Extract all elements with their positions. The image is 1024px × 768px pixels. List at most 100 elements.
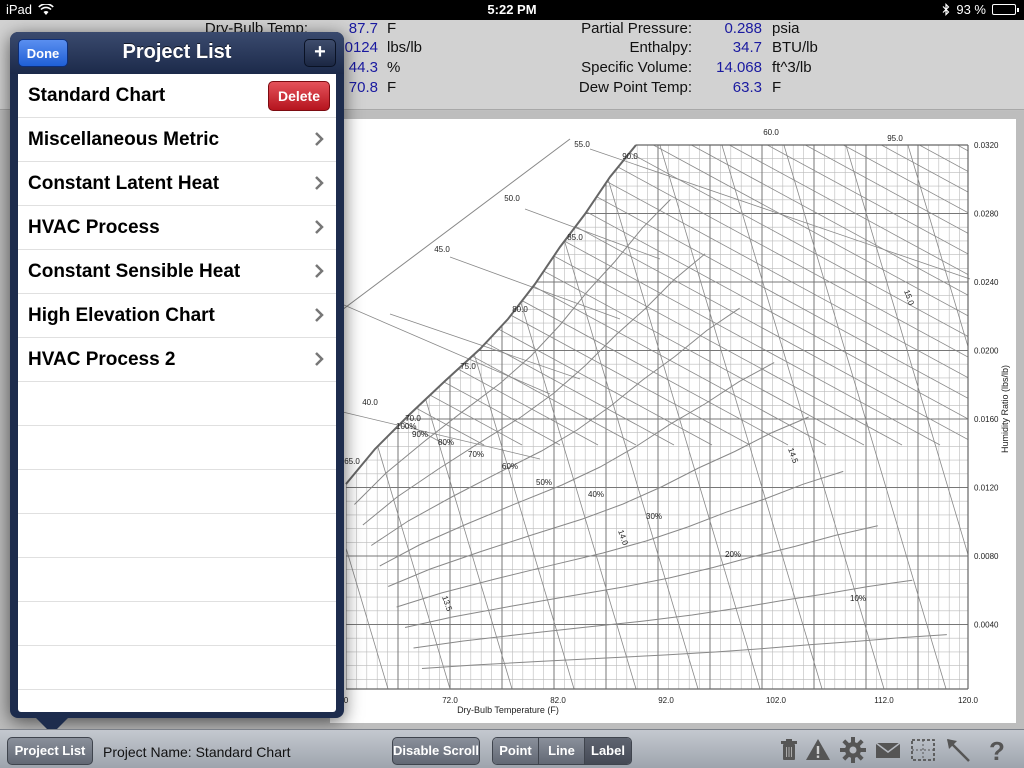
project-item-constant-latent-heat[interactable]: Constant Latent Heat	[18, 162, 336, 206]
volume-line	[647, 145, 829, 689]
warning-icon[interactable]	[803, 735, 833, 765]
mode-line[interactable]: Line	[539, 738, 585, 764]
volume-label: 14.5	[786, 447, 800, 465]
readout-value: 14.068	[716, 59, 762, 76]
arrow-icon[interactable]	[943, 735, 973, 765]
project-item-label: High Elevation Chart	[28, 305, 215, 326]
trash-icon[interactable]	[774, 735, 804, 765]
readout-label: Dew Point Temp:	[578, 79, 692, 96]
top-label: 95.0	[887, 134, 903, 143]
readout-label: Specific Volume:	[581, 59, 692, 76]
rh-label: 20%	[725, 550, 741, 559]
popover-title: Project List	[122, 41, 232, 63]
y-tick-label: 0.0240	[974, 278, 999, 287]
wetbulb-ext-line	[330, 138, 571, 320]
wetbulb-line	[346, 145, 485, 446]
project-item-standard-chart[interactable]: Standard Chart Delete	[18, 74, 336, 118]
chevron-right-icon	[315, 308, 324, 322]
y-tick-label: 0.0280	[974, 210, 999, 219]
empty-row	[18, 558, 336, 602]
volume-line	[523, 145, 705, 689]
volume-line	[771, 145, 953, 689]
y-tick-label: 0.0320	[974, 141, 999, 150]
rh-curve	[371, 307, 740, 546]
x-tick-label: 102.0	[766, 696, 787, 705]
clock: 5:22 PM	[487, 2, 537, 17]
volume-line	[346, 145, 519, 689]
svg-text:?: ?	[989, 736, 1005, 765]
rh-label: 40%	[588, 490, 604, 499]
readout-value: 34.7	[732, 39, 762, 56]
project-item-hvac-process[interactable]: HVAC Process	[18, 206, 336, 250]
wetbulb-line	[346, 145, 561, 446]
project-item-constant-sensible-heat[interactable]: Constant Sensible Heat	[18, 250, 336, 294]
project-item-hvac-process-2[interactable]: HVAC Process 2	[18, 338, 336, 382]
mail-icon[interactable]	[873, 735, 903, 765]
y-tick-label: 0.0120	[974, 484, 999, 493]
battery-icon	[992, 4, 1019, 15]
wetbulb-label: 85.0	[567, 233, 583, 242]
volume-label: 14.0	[616, 529, 630, 547]
chevron-right-icon	[315, 220, 324, 234]
disable-scroll-button[interactable]: Disable Scroll	[392, 737, 480, 765]
readout-label: Partial Pressure:	[581, 20, 692, 37]
x-tick-label: 72.0	[442, 696, 458, 705]
chevron-right-icon	[315, 132, 324, 146]
delete-button[interactable]: Delete	[268, 81, 330, 111]
x-tick-label: 120.0	[958, 696, 979, 705]
chevron-right-icon	[315, 176, 324, 190]
mode-label[interactable]: Label	[585, 738, 631, 764]
wetbulb-ext-line	[449, 256, 621, 320]
project-item-high-elevation-chart[interactable]: High Elevation Chart	[18, 294, 336, 338]
wetbulb-line	[346, 145, 523, 446]
y-tick-label: 0.0160	[974, 415, 999, 424]
empty-row	[18, 382, 336, 426]
volume-line	[585, 145, 767, 689]
add-project-button[interactable]: +	[304, 39, 336, 67]
project-list-button[interactable]: Project List	[7, 737, 93, 765]
empty-row	[18, 602, 336, 646]
empty-row	[18, 426, 336, 470]
wetbulb-label: 65.0	[344, 457, 360, 466]
rh-label: 80%	[438, 438, 454, 447]
bluetooth-icon	[942, 3, 950, 16]
rh-curve	[379, 362, 775, 567]
readout-label: Enthalpy:	[629, 39, 692, 56]
project-item-label: HVAC Process 2	[28, 349, 176, 370]
status-bar: iPad 5:22 PM 93 %	[0, 0, 1024, 20]
chart-canvas[interactable]: 0 72.0 82.0 92.0 102.0 112.0 120.0 Dry-Bulb Tem…	[330, 119, 1016, 723]
project-item-label: Standard Chart	[28, 85, 166, 106]
empty-row	[18, 514, 336, 558]
readout-unit: ft^3/lb	[772, 59, 812, 76]
bottom-toolbar: Project List Project Name: Standard Char…	[0, 729, 1024, 768]
rh-label: 90%	[412, 430, 428, 439]
rh-label: 10%	[850, 594, 866, 603]
psychrometric-chart[interactable]: 0 72.0 82.0 92.0 102.0 112.0 120.0 Dry-Bulb Tem…	[330, 119, 1016, 723]
wetbulb-label: 80.0	[512, 305, 528, 314]
x-tick-label: 82.0	[550, 696, 566, 705]
wetbulb-label: 50.0	[504, 194, 520, 203]
selection-icon[interactable]	[908, 735, 938, 765]
popover-header: Done Project List +	[10, 32, 344, 74]
project-item-label: Constant Sensible Heat	[28, 261, 241, 282]
project-item-label: Constant Latent Heat	[28, 173, 220, 194]
rh-curve	[413, 579, 913, 649]
readout-unit: psia	[772, 20, 800, 37]
wetbulb-ext-line	[330, 408, 541, 460]
rh-label: 70%	[468, 450, 484, 459]
wetbulb-label: 40.0	[362, 398, 378, 407]
battery-percent: 93 %	[956, 2, 986, 17]
rh-label: 50%	[536, 478, 552, 487]
gear-icon[interactable]	[838, 735, 868, 765]
y-tick-label: 0.0080	[974, 552, 999, 561]
volume-line	[461, 145, 643, 689]
project-item-label: Miscellaneous Metric	[28, 129, 220, 150]
mode-point[interactable]: Point	[493, 738, 539, 764]
project-item-miscellaneous-metric[interactable]: Miscellaneous Metric	[18, 118, 336, 162]
help-icon[interactable]: ?	[982, 735, 1012, 765]
wetbulb-ext-line	[389, 313, 581, 380]
wetbulb-label: 55.0	[574, 140, 590, 149]
chevron-right-icon	[315, 264, 324, 278]
rh-label: 60%	[502, 462, 518, 471]
readout-value: 63.3	[732, 79, 762, 96]
